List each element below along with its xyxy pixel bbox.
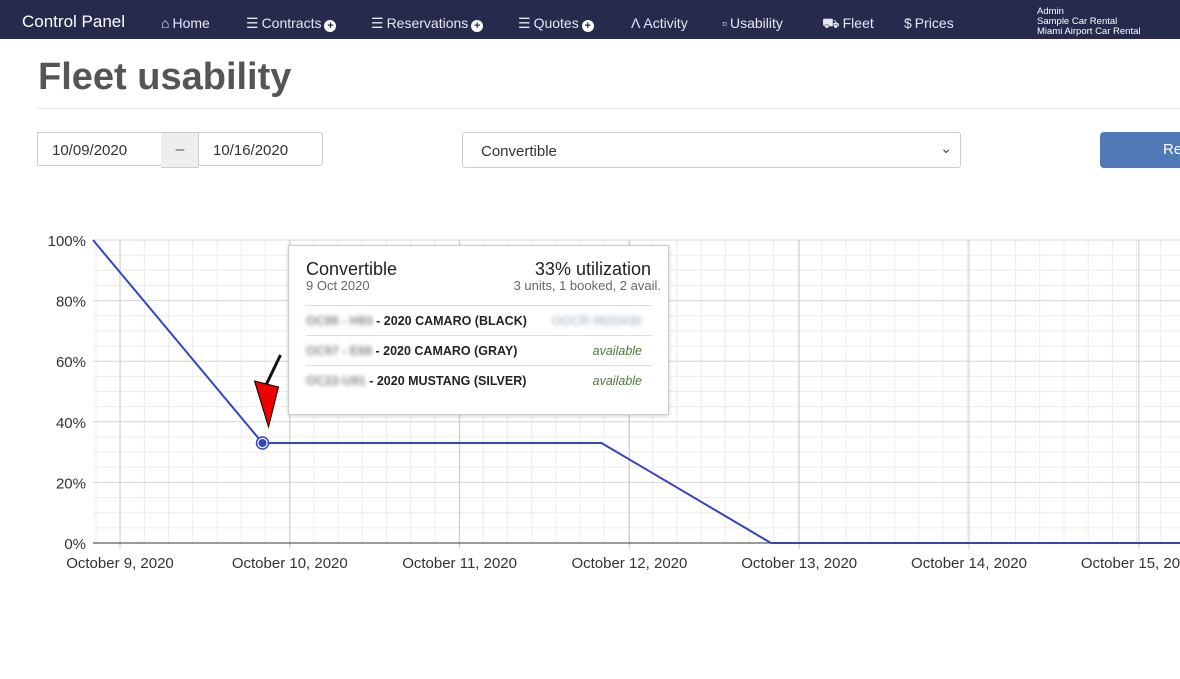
x-tick-label: October 15, 2020 — [1081, 555, 1180, 572]
unit-name: - 2020 CAMARO (GRAY) — [372, 344, 518, 358]
x-tick-label: October 11, 2020 — [402, 555, 517, 572]
x-tick-label: October 14, 2020 — [911, 555, 1027, 572]
y-tick-label: 100% — [48, 233, 86, 250]
tooltip-row: OC97 - E68 - 2020 CAMARO (GRAY) available — [306, 335, 652, 365]
x-tick-label: October 9, 2020 — [66, 555, 174, 572]
unit-code: OC97 - E68 — [306, 344, 373, 358]
annotation-arrow-icon — [253, 380, 280, 429]
unit-code: OC96 - H93 — [306, 314, 373, 328]
unit-name: - 2020 CAMARO (BLACK) — [372, 314, 527, 328]
unit-name: - 2020 MUSTANG (SILVER) — [365, 374, 527, 388]
tooltip-utilization: 33% utilization — [534, 259, 651, 279]
annotation-arrow-shaft — [265, 354, 282, 385]
unit-code: OC22-U91 — [306, 374, 366, 388]
unit-status: available — [592, 344, 642, 358]
y-tick-label: 60% — [56, 354, 86, 371]
tooltip-row: OC96 - H93 - 2020 CAMARO (BLACK) OOCR-962… — [306, 305, 652, 335]
x-tick-label: October 12, 2020 — [571, 555, 687, 572]
y-tick-label: 80% — [56, 294, 86, 311]
y-tick-label: 0% — [64, 536, 86, 553]
unit-status[interactable]: OOCR-9620430 — [552, 306, 642, 336]
tooltip-row: OC22-U91 - 2020 MUSTANG (SILVER) availabl… — [306, 365, 652, 395]
tooltip-summary: 3 units, 1 booked, 2 avail. — [513, 278, 661, 293]
x-tick-label: October 13, 2020 — [741, 555, 857, 572]
unit-status: available — [592, 374, 642, 388]
tooltip-title: Convertible — [306, 259, 398, 279]
x-tick-label: October 10, 2020 — [232, 555, 348, 572]
tooltip-date: 9 Oct 2020 — [306, 278, 370, 293]
y-tick-label: 20% — [56, 475, 86, 492]
data-point — [258, 439, 267, 448]
y-tick-label: 40% — [56, 415, 86, 432]
chart-tooltip: Convertible 9 Oct 2020 33% utilization 3… — [288, 245, 669, 415]
